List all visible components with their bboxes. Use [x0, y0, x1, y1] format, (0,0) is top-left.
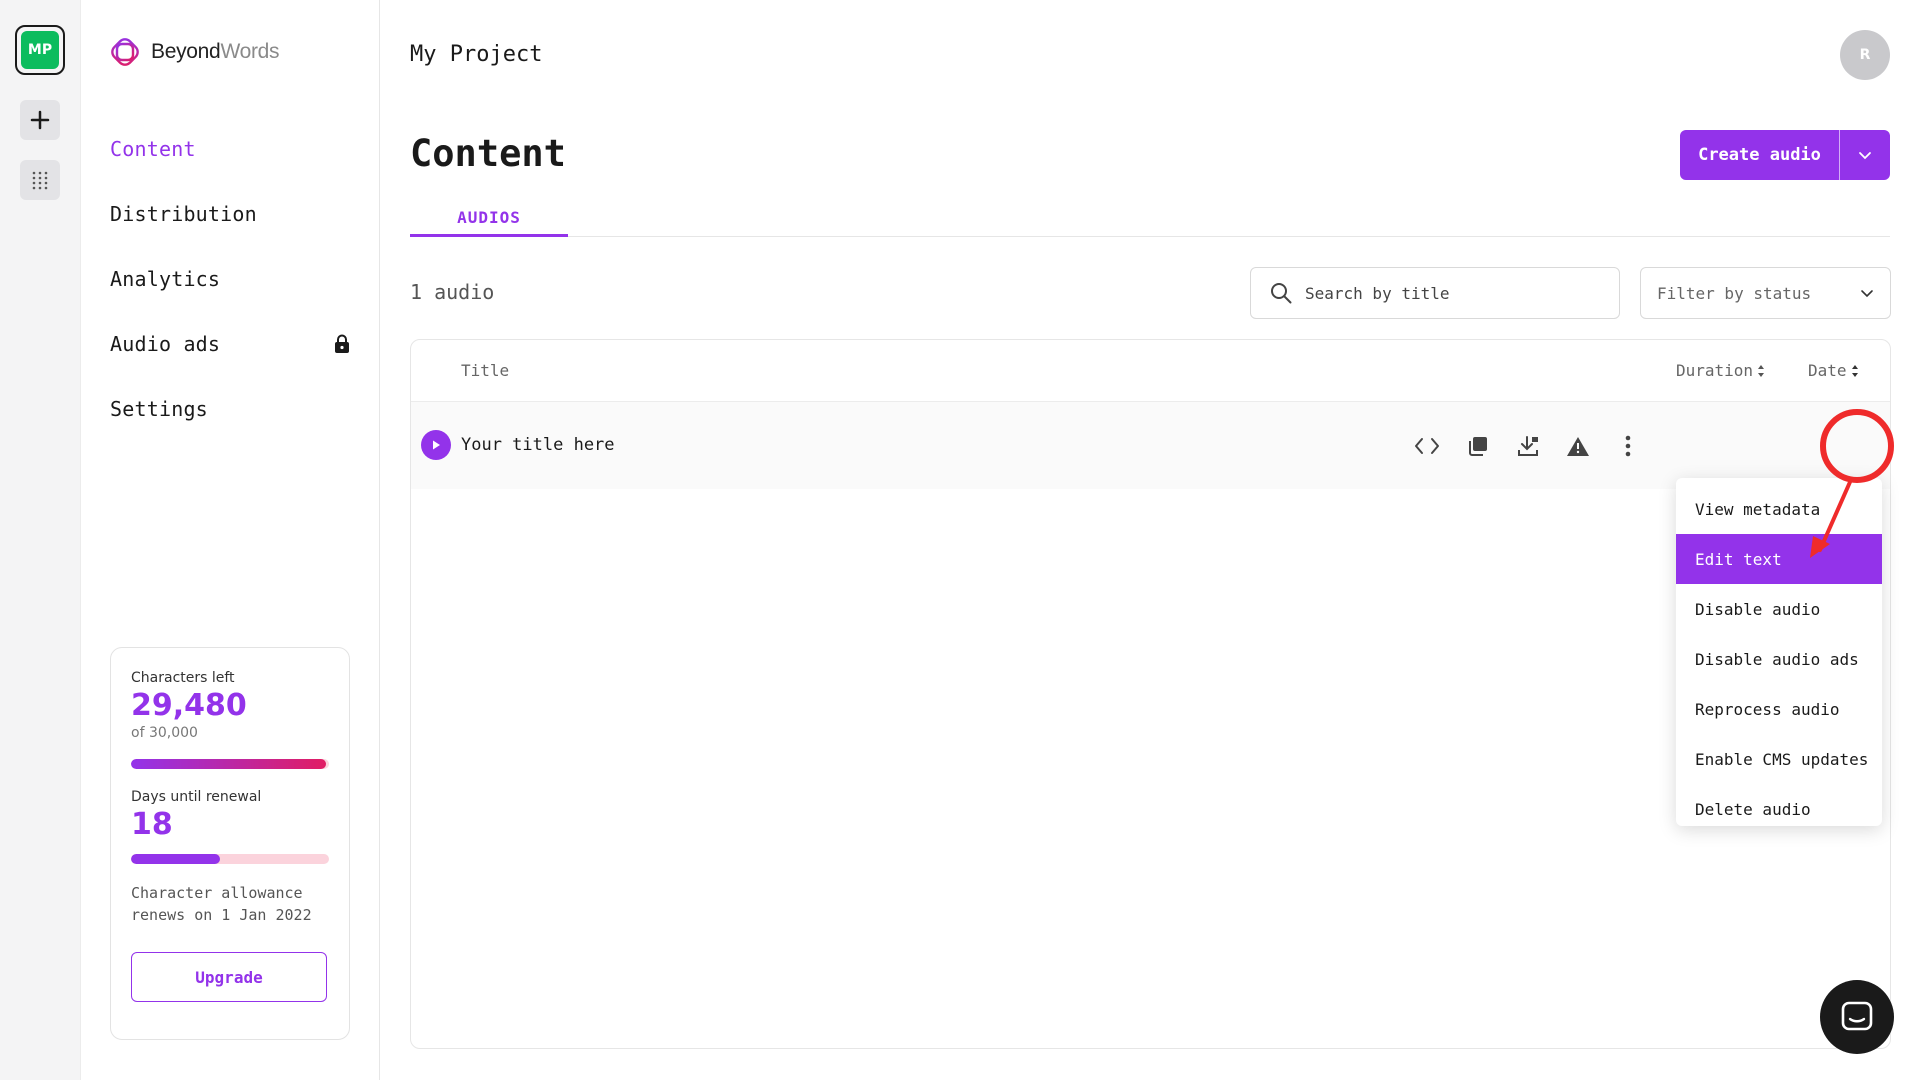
column-title: Title — [461, 361, 510, 380]
characters-progress-fill — [131, 759, 326, 769]
sidebar: BeyondWords Content Distribution Analyti… — [81, 0, 380, 1080]
chat-launcher-button[interactable] — [1820, 980, 1894, 1054]
more-vertical-icon — [1625, 435, 1631, 457]
sidebar-item-analytics[interactable]: Analytics — [110, 246, 350, 311]
sidebar-item-settings[interactable]: Settings — [110, 376, 350, 441]
upgrade-button[interactable]: Upgrade — [131, 952, 327, 1002]
audio-count: 1 audio — [410, 280, 495, 304]
copy-icon — [1469, 437, 1487, 456]
sidebar-item-distribution[interactable]: Distribution — [110, 181, 350, 246]
create-audio-button[interactable]: Create audio — [1680, 130, 1839, 180]
audio-table: Title Duration Date Your title here — [410, 339, 1891, 1049]
status-filter-label: Filter by status — [1657, 283, 1812, 303]
code-icon — [1415, 438, 1439, 454]
table-row[interactable]: Your title here — [411, 402, 1890, 489]
lock-icon — [335, 334, 349, 353]
download-icon — [1518, 436, 1538, 456]
days-renewal-value: 18 — [131, 807, 173, 842]
annotation-overlay — [1810, 409, 1894, 558]
beyondwords-logo-icon — [111, 38, 139, 66]
characters-progress-bar — [131, 759, 329, 769]
grid-icon — [32, 171, 48, 190]
project-name: My Project — [410, 42, 543, 67]
apps-grid-button[interactable] — [20, 160, 60, 200]
search-input[interactable]: Search by title — [1250, 267, 1620, 319]
workspace-initials: MP — [21, 31, 59, 69]
audio-title: Your title here — [461, 435, 615, 455]
status-filter-select[interactable]: Filter by status — [1640, 267, 1891, 319]
avatar[interactable]: R — [1840, 30, 1890, 80]
chat-icon — [1841, 1001, 1873, 1031]
characters-left-label: Characters left — [131, 670, 235, 686]
warning-icon — [1567, 437, 1589, 456]
create-audio-group: Create audio — [1680, 130, 1890, 180]
menu-item-disable-audio-ads[interactable]: Disable audio ads — [1676, 634, 1882, 684]
menu-item-delete-audio[interactable]: Delete audio — [1676, 784, 1882, 834]
renewal-text: Character allowance renews on 1 Jan 2022 — [131, 884, 312, 924]
column-date[interactable]: Date — [1808, 361, 1859, 380]
download-button[interactable] — [1513, 431, 1543, 461]
page-title: Content — [410, 132, 566, 175]
plus-icon — [30, 110, 50, 130]
create-audio-dropdown-button[interactable] — [1839, 130, 1890, 180]
embed-code-button[interactable] — [1412, 431, 1442, 461]
sidebar-item-content[interactable]: Content — [110, 116, 350, 181]
warning-button[interactable] — [1563, 431, 1593, 461]
play-button[interactable] — [421, 430, 451, 460]
sidebar-nav: Content Distribution Analytics Audio ads… — [110, 116, 350, 441]
workspace-rail: MP — [0, 0, 81, 1080]
sidebar-item-audio-ads[interactable]: Audio ads — [110, 311, 350, 376]
chevron-down-icon — [1859, 152, 1871, 160]
workspace-switcher[interactable]: MP — [15, 25, 65, 75]
tab-audios[interactable]: AUDIOS — [410, 200, 568, 237]
annotation-circle — [1820, 409, 1894, 483]
brand-logo[interactable]: BeyondWords — [109, 36, 280, 68]
days-progress-fill — [131, 854, 221, 864]
characters-total: of 30,000 — [131, 725, 198, 741]
days-progress-bar — [131, 854, 329, 864]
search-icon — [1271, 283, 1292, 304]
sort-icon — [1851, 364, 1858, 377]
add-workspace-button[interactable] — [20, 100, 60, 140]
annotation-arrowhead — [1810, 536, 1830, 558]
table-header: Title Duration Date — [411, 340, 1890, 402]
column-duration[interactable]: Duration — [1676, 361, 1765, 380]
usage-card: Characters left 29,480 of 30,000 Days un… — [110, 647, 350, 1040]
annotation-arrow — [1818, 480, 1852, 552]
more-actions-button[interactable] — [1613, 431, 1643, 461]
menu-item-reprocess-audio[interactable]: Reprocess audio — [1676, 684, 1882, 734]
copy-button[interactable] — [1463, 431, 1493, 461]
chevron-down-icon — [1861, 290, 1873, 298]
sort-icon — [1758, 364, 1765, 377]
play-icon — [433, 440, 440, 450]
search-placeholder: Search by title — [1305, 283, 1450, 303]
characters-left-value: 29,480 — [131, 688, 247, 723]
brand-name: BeyondWords — [151, 40, 280, 63]
menu-item-enable-cms-updates[interactable]: Enable CMS updates — [1676, 734, 1882, 784]
content-tabs: AUDIOS — [410, 200, 1890, 237]
days-renewal-label: Days until renewal — [131, 789, 262, 805]
menu-item-disable-audio[interactable]: Disable audio — [1676, 584, 1882, 634]
